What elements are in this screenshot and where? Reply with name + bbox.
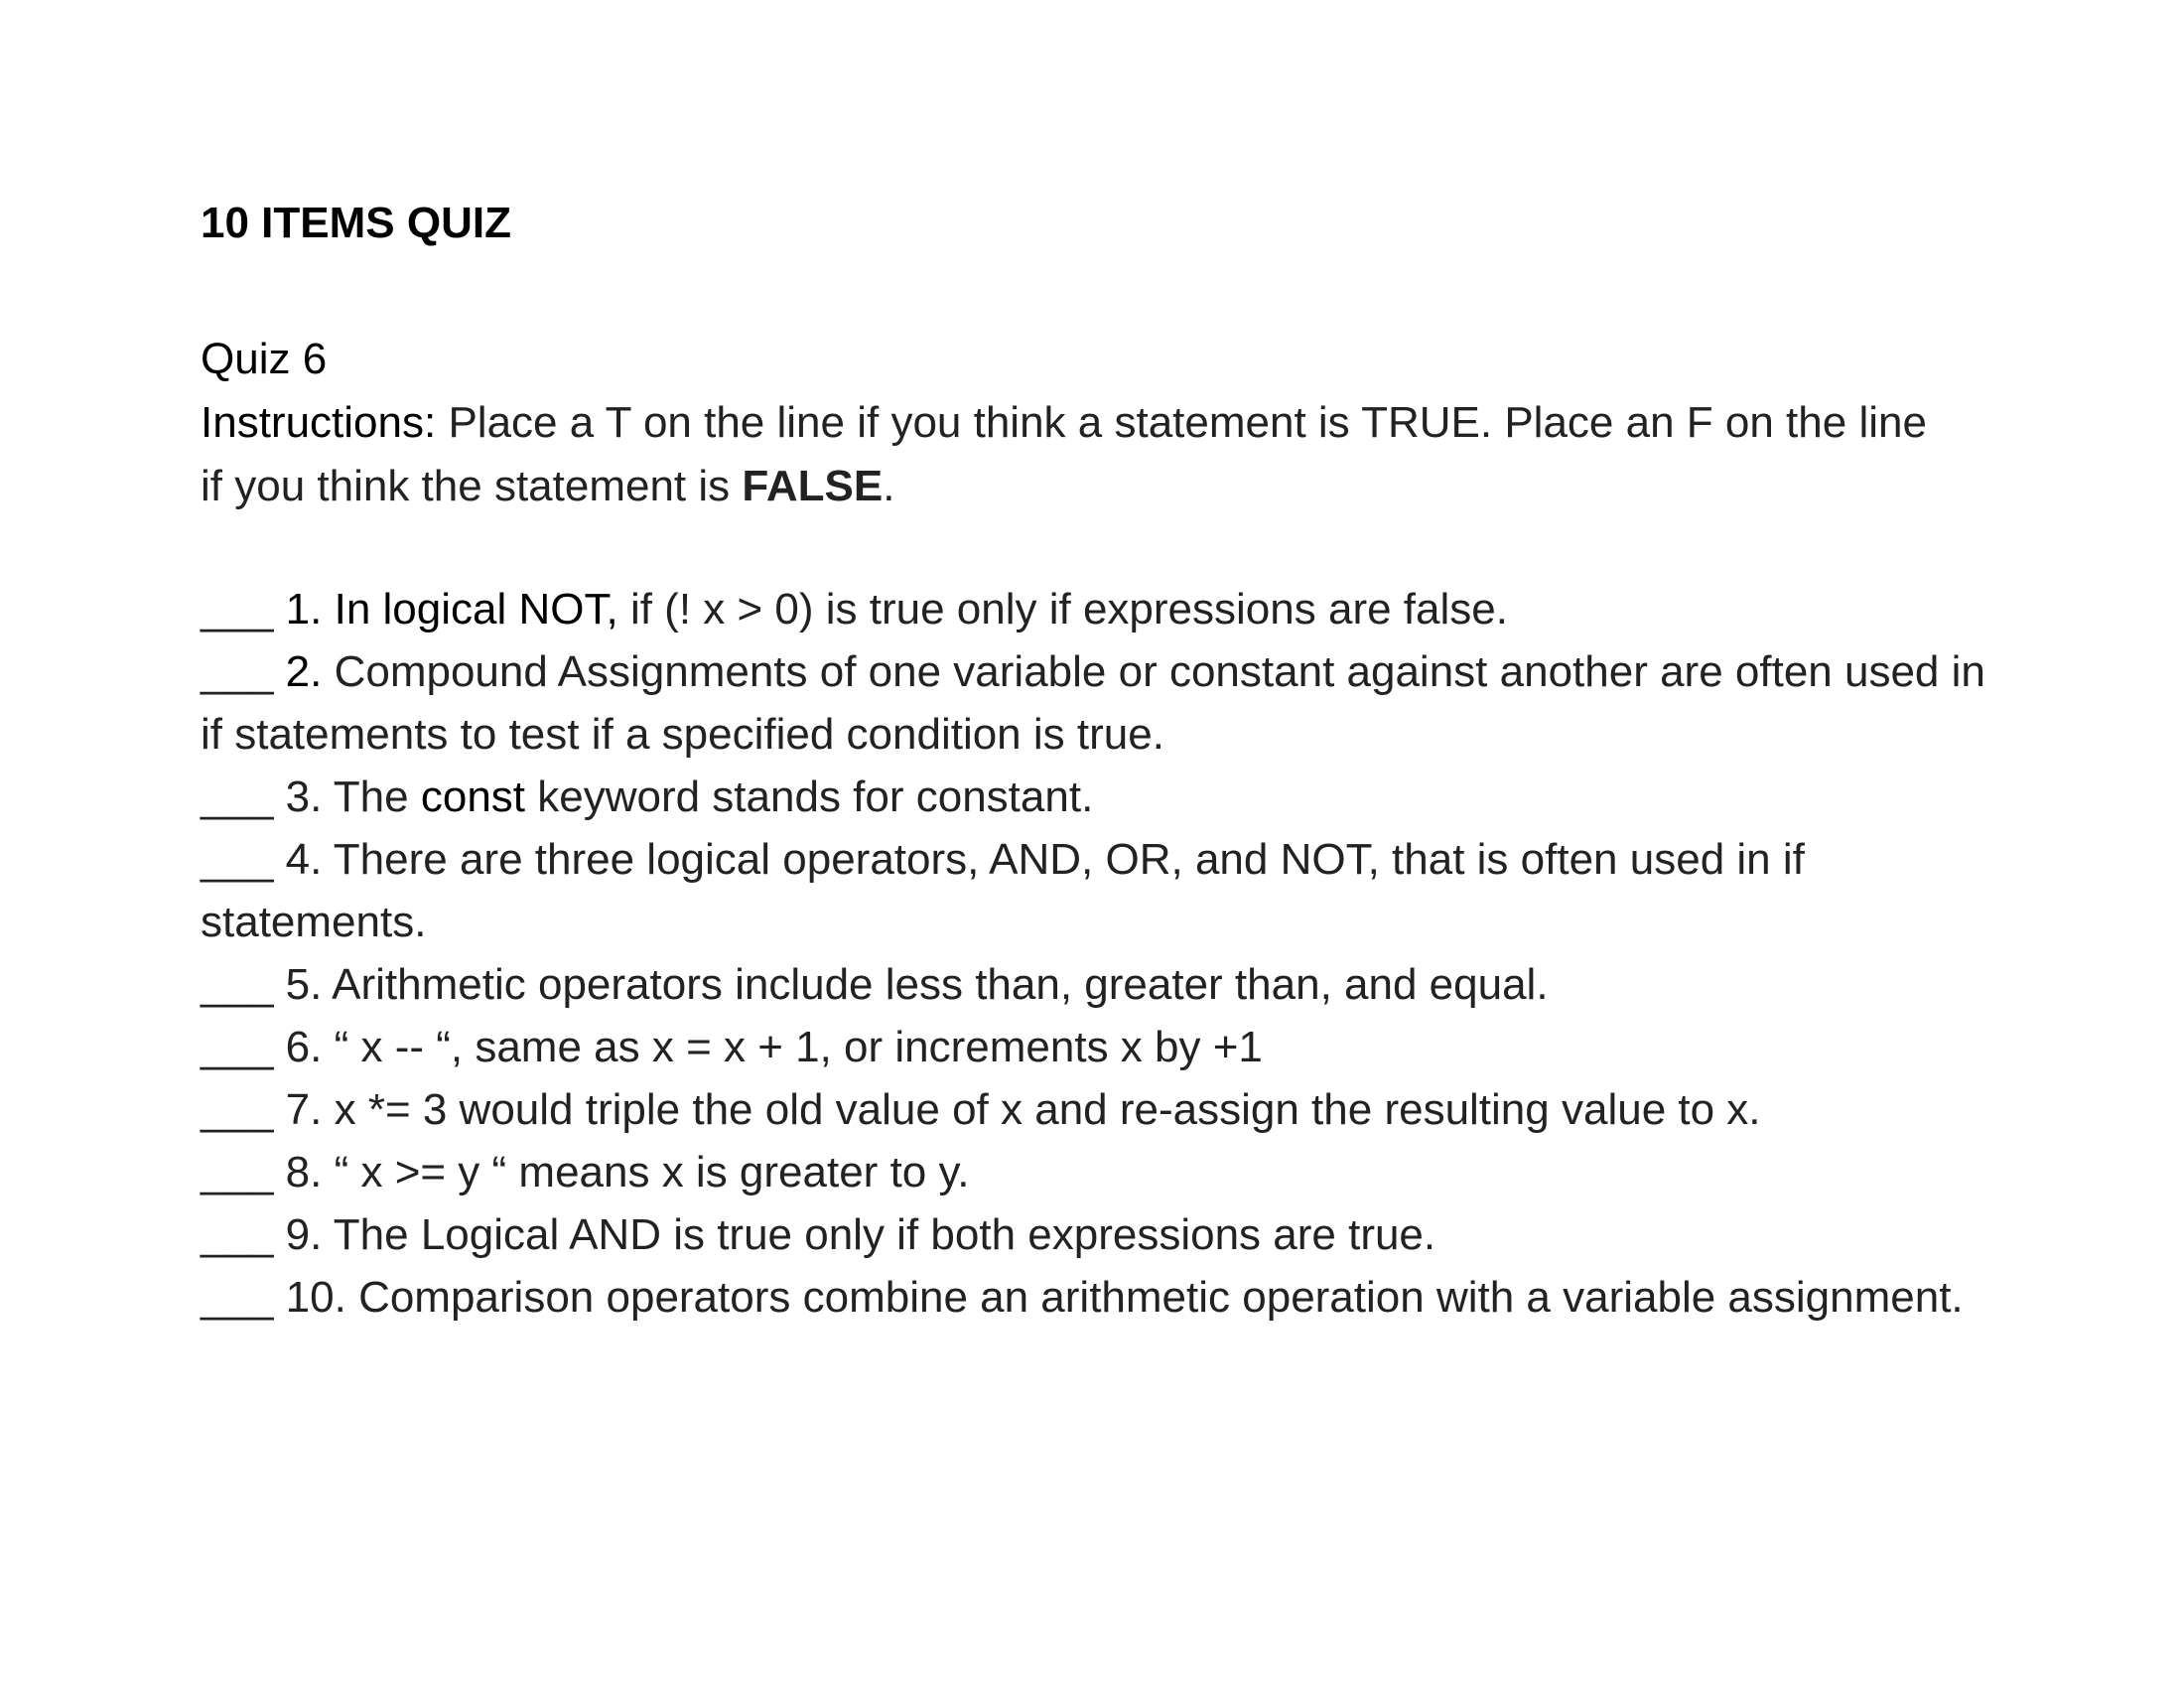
item-text: Arithmetic operators include less than, … xyxy=(332,960,1549,1009)
answer-blank[interactable]: ___ xyxy=(201,835,273,884)
item-text: The Logical AND is true only if both exp… xyxy=(333,1210,1436,1259)
quiz-item-6: ___ 6. “ x -- “, same as x = x + 1, or i… xyxy=(201,1016,1987,1078)
answer-blank[interactable]: ___ xyxy=(201,585,273,633)
instructions-end: . xyxy=(883,462,895,510)
item-keyword: const xyxy=(420,773,526,821)
quiz-item-4: ___ 4. There are three logical operators… xyxy=(201,828,1987,953)
instructions: Instructions: Place a T on the line if y… xyxy=(201,391,1948,518)
item-lead: In logical NOT, xyxy=(334,585,618,633)
item-number: 8. xyxy=(285,1148,323,1196)
item-number: 2. xyxy=(285,647,323,696)
item-number: 3. xyxy=(285,773,323,821)
item-text: x *= 3 would triple the old value of x a… xyxy=(334,1085,1761,1134)
instructions-text: Place a T on the line if you think a sta… xyxy=(201,398,1927,510)
item-number: 10. xyxy=(285,1273,346,1322)
item-text: Comparison operators combine an arithmet… xyxy=(358,1273,1964,1322)
item-number: 6. xyxy=(285,1023,323,1071)
answer-blank[interactable]: ___ xyxy=(201,1210,273,1259)
answer-blank[interactable]: ___ xyxy=(201,647,273,696)
answer-blank[interactable]: ___ xyxy=(201,773,273,821)
item-number: 7. xyxy=(285,1085,323,1134)
quiz-item-3: ___ 3. The const keyword stands for cons… xyxy=(201,766,1987,828)
answer-blank[interactable]: ___ xyxy=(201,1023,273,1071)
answer-blank[interactable]: ___ xyxy=(201,1085,273,1134)
instructions-label: Instructions: xyxy=(201,398,437,447)
answer-blank[interactable]: ___ xyxy=(201,1273,273,1322)
quiz-name: Quiz 6 xyxy=(201,335,328,383)
quiz-items: ___ 1. In logical NOT, if (! x > 0) is t… xyxy=(201,578,1987,1329)
item-text: There are three logical operators, AND, … xyxy=(201,835,1805,946)
quiz-page: 10 ITEMS QUIZ Quiz 6 Instructions: Place… xyxy=(201,194,1987,1329)
item-text: “ x -- “, same as x = x + 1, or incremen… xyxy=(334,1023,1263,1071)
quiz-item-9: ___ 9. The Logical AND is true only if b… xyxy=(201,1203,1987,1266)
item-number: 4. xyxy=(285,835,323,884)
quiz-item-10: ___ 10. Comparison operators combine an … xyxy=(201,1266,1987,1329)
item-text-pre: The xyxy=(333,773,421,821)
answer-blank[interactable]: ___ xyxy=(201,1148,273,1196)
item-number: 9. xyxy=(285,1210,323,1259)
item-text: Compound Assignments of one variable or … xyxy=(201,647,1985,759)
item-text: if (! x > 0) is true only if expressions… xyxy=(629,585,1508,633)
answer-blank[interactable]: ___ xyxy=(201,960,273,1009)
quiz-item-7: ___ 7. x *= 3 would triple the old value… xyxy=(201,1078,1987,1141)
item-text: keyword stands for constant. xyxy=(525,773,1094,821)
document-title: 10 ITEMS QUIZ xyxy=(201,199,511,247)
quiz-item-1: ___ 1. In logical NOT, if (! x > 0) is t… xyxy=(201,578,1987,640)
quiz-item-8: ___ 8. “ x >= y “ means x is greater to … xyxy=(201,1141,1987,1203)
quiz-item-2: ___ 2. Compound Assignments of one varia… xyxy=(201,640,1987,766)
item-number: 1. xyxy=(285,585,323,633)
item-text: “ x >= y “ means x is greater to y. xyxy=(334,1148,970,1196)
item-number: 5. xyxy=(285,960,323,1009)
instructions-emphasis: FALSE xyxy=(742,462,884,510)
quiz-item-5: ___ 5. Arithmetic operators include less… xyxy=(201,953,1987,1016)
